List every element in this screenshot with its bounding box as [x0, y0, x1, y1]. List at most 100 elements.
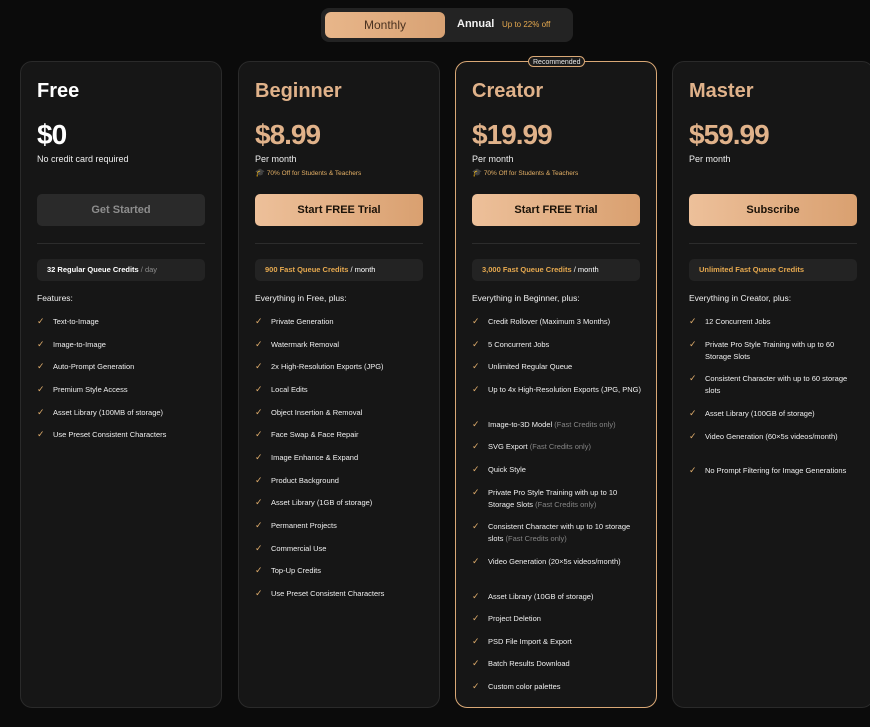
feature-text: Consistent Character with up to 60 stora… [705, 374, 848, 395]
graduation-cap-icon: 🎓 [255, 168, 265, 177]
check-icon: ✓ [472, 591, 480, 601]
check-icon: ✓ [689, 316, 697, 326]
check-icon: ✓ [255, 452, 263, 462]
check-icon: ✓ [37, 407, 45, 417]
feature-text: Premium Style Access [53, 385, 128, 394]
check-icon: ✓ [472, 339, 480, 349]
feature-item: ✓ Asset Library (1GB of storage) [255, 497, 427, 509]
feature-item: ✓ Batch Results Download [472, 658, 644, 670]
feature-item: ✓ Use Preset Consistent Characters [37, 429, 209, 441]
feature-item: ✓ Private Pro Style Training with up to 1… [472, 487, 644, 511]
feature-item: ✓ Asset Library (100GB of storage) [689, 408, 861, 420]
get-started-button[interactable]: Get Started [37, 194, 205, 226]
feature-text: Text-to-Image [53, 317, 99, 326]
feature-text: 12 Concurrent Jobs [705, 317, 771, 326]
features-heading: Features: [37, 293, 73, 303]
feature-text: No Prompt Filtering for Image Generation… [705, 466, 847, 475]
check-icon: ✓ [255, 361, 263, 371]
check-icon: ✓ [472, 556, 480, 566]
feature-item: ✓ Permanent Projects [255, 520, 427, 532]
feature-text: Image Enhance & Expand [271, 453, 359, 462]
credits-unit: / day [138, 265, 158, 274]
plan-price: $19.99 [472, 119, 553, 150]
check-icon: ✓ [37, 361, 45, 371]
feature-text: Asset Library (10GB of storage) [488, 592, 594, 601]
discount-text: 70% Off for Students & Teachers [483, 170, 579, 177]
start-free-trial-button[interactable]: Start FREE Trial [472, 194, 640, 226]
credits-unit: / month [571, 265, 599, 274]
check-icon: ✓ [689, 465, 697, 475]
feature-item: ✓ Unlimited Regular Queue [472, 361, 644, 373]
annual-tab[interactable]: Annual [457, 8, 494, 42]
credits-badge: 900 Fast Queue Credits / month [255, 259, 423, 281]
feature-item: ✓ Custom color palettes [472, 681, 644, 693]
feature-item: ✓ 12 Concurrent Jobs [689, 316, 861, 328]
feature-item: ✓ Text-to-Image [37, 316, 209, 328]
plan-name: Master [689, 80, 754, 102]
credits-amount: 900 Fast Queue Credits [265, 265, 349, 274]
check-icon: ✓ [472, 681, 480, 691]
plan-name: Free [37, 80, 80, 102]
feature-item: ✓ Asset Library (100MB of storage) [37, 407, 209, 419]
credits-amount: 32 Regular Queue Credits [47, 265, 139, 274]
feature-text: Credit Rollover (Maximum 3 Months) [488, 317, 611, 326]
start-free-trial-button[interactable]: Start FREE Trial [255, 194, 423, 226]
check-icon: ✓ [472, 384, 480, 394]
feature-text: SVG Export [488, 442, 528, 451]
check-icon: ✓ [689, 431, 697, 441]
check-icon: ✓ [37, 429, 45, 439]
feature-text: Image-to-3D Model [488, 420, 553, 429]
plan-price: $0 [37, 119, 67, 150]
feature-item: ✓ Private Generation [255, 316, 427, 328]
monthly-tab[interactable]: Monthly [325, 12, 445, 38]
check-icon: ✓ [255, 520, 263, 530]
plan-subtitle: No credit card required [37, 154, 129, 164]
check-icon: ✓ [255, 316, 263, 326]
check-icon: ✓ [689, 373, 697, 383]
feature-item: ✓ Up to 4x High-Resolution Exports (JPG, … [472, 384, 644, 396]
feature-item: ✓ Video Generation (20×5s videos/month) [472, 556, 644, 568]
feature-item: ✓ Product Background [255, 475, 427, 487]
feature-note: (Fast Credits only) [535, 500, 597, 509]
divider [37, 243, 205, 244]
feature-item: ✓ SVG Export (Fast Credits only) [472, 441, 644, 453]
feature-item: ✓ Image Enhance & Expand [255, 452, 427, 464]
check-icon: ✓ [255, 565, 263, 575]
check-icon: ✓ [37, 384, 45, 394]
credits-badge: 3,000 Fast Queue Credits / month [472, 259, 640, 281]
feature-text: Private Pro Style Training with up to 60… [705, 340, 835, 361]
feature-item: ✓ Project Deletion [472, 613, 644, 625]
feature-item: ✓ Auto-Prompt Generation [37, 361, 209, 373]
feature-text: Asset Library (1GB of storage) [271, 498, 373, 507]
feature-item: ✓ Private Pro Style Training with up to 6… [689, 339, 861, 363]
feature-text: 2x High-Resolution Exports (JPG) [271, 362, 384, 371]
student-discount: 🎓 70% Off for Students & Teachers [472, 168, 578, 177]
feature-item: ✓ Use Preset Consistent Characters [255, 588, 427, 600]
plan-name: Creator [472, 80, 544, 102]
graduation-cap-icon: 🎓 [472, 168, 482, 177]
check-icon: ✓ [472, 441, 480, 451]
plan-subtitle: Per month [472, 154, 514, 164]
check-icon: ✓ [472, 464, 480, 474]
student-discount: 🎓 70% Off for Students & Teachers [255, 168, 361, 177]
plan-subtitle: Per month [689, 154, 731, 164]
plan-subtitle: Per month [255, 154, 297, 164]
feature-item: ✓ No Prompt Filtering for Image Generatio… [689, 465, 861, 477]
feature-text: Project Deletion [488, 614, 541, 623]
feature-item: ✓ Quick Style [472, 464, 644, 476]
feature-item: ✓ Asset Library (10GB of storage) [472, 591, 644, 603]
feature-item: ✓ Object Insertion & Removal [255, 407, 427, 419]
feature-text: Permanent Projects [271, 521, 337, 530]
discount-text: 70% Off for Students & Teachers [266, 170, 362, 177]
check-icon: ✓ [255, 543, 263, 553]
check-icon: ✓ [472, 658, 480, 668]
check-icon: ✓ [689, 408, 697, 418]
credits-badge: 32 Regular Queue Credits / day [37, 259, 205, 281]
credits-unit: / month [348, 265, 376, 274]
subscribe-button[interactable]: Subscribe [689, 194, 857, 226]
feature-item: ✓ 5 Concurrent Jobs [472, 339, 644, 351]
credits-badge: Unlimited Fast Queue Credits [689, 259, 857, 281]
check-icon: ✓ [472, 487, 480, 497]
feature-text: Asset Library (100MB of storage) [53, 408, 164, 417]
feature-item: ✓ PSD File Import & Export [472, 636, 644, 648]
